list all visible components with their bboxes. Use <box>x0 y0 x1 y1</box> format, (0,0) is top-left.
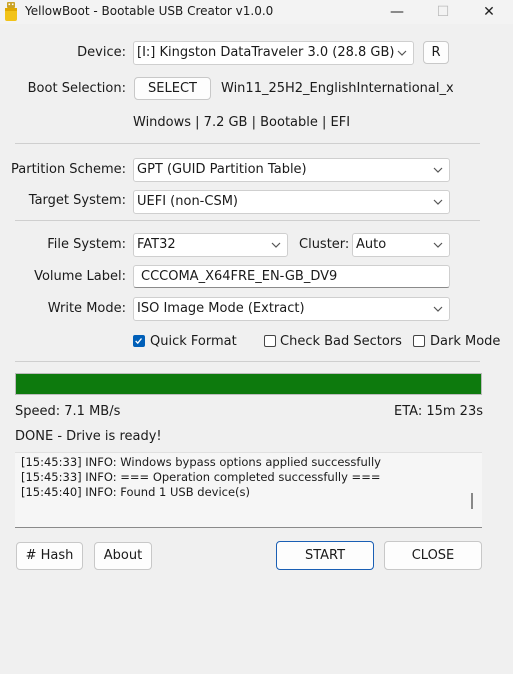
progress-fill <box>16 374 481 394</box>
progress-bar <box>15 373 482 395</box>
select-image-button[interactable]: SELECT <box>134 77 211 100</box>
dark-mode-label[interactable]: Dark Mode <box>430 334 500 349</box>
close-window-button[interactable]: ✕ <box>466 0 512 24</box>
check-bad-sectors-checkbox[interactable] <box>264 335 276 347</box>
cluster-label: Cluster: <box>299 237 350 252</box>
target-system-label: Target System: <box>28 193 126 208</box>
hash-button[interactable]: # Hash <box>16 542 83 570</box>
image-info: Windows | 7.2 GB | Bootable | EFI <box>133 115 351 130</box>
quick-format-label[interactable]: Quick Format <box>150 334 237 349</box>
target-system-value: UEFI (non-CSM) <box>137 194 238 209</box>
dark-mode-checkbox[interactable] <box>413 335 425 347</box>
status-text: DONE - Drive is ready! <box>15 429 162 444</box>
file-system-label: File System: <box>47 237 126 252</box>
close-button[interactable]: CLOSE <box>384 541 482 570</box>
eta-text: ETA: 15m 23s <box>394 404 483 419</box>
chevron-down-icon <box>271 242 281 248</box>
chevron-down-icon <box>433 306 443 312</box>
boot-selection-label: Boot Selection: <box>27 81 126 96</box>
partition-scheme-value: GPT (GUID Partition Table) <box>137 162 307 177</box>
device-dropdown[interactable]: [I:] Kingston DataTraveler 3.0 (28.8 GB) <box>133 41 414 65</box>
write-mode-dropdown[interactable]: ISO Image Mode (Extract) <box>133 297 450 321</box>
write-mode-value: ISO Image Mode (Extract) <box>137 301 305 316</box>
log-scrollbar[interactable] <box>471 493 473 509</box>
check-bad-sectors-label[interactable]: Check Bad Sectors <box>280 334 402 349</box>
usb-stick-icon <box>5 2 17 21</box>
log-line: [15:45:33] INFO: === Operation completed… <box>21 470 381 484</box>
log-output[interactable]: [15:45:33] INFO: Windows bypass options … <box>15 452 482 528</box>
log-line: [15:45:40] INFO: Found 1 USB device(s) <box>21 485 251 499</box>
refresh-devices-button[interactable]: R <box>423 41 449 64</box>
target-system-dropdown[interactable]: UEFI (non-CSM) <box>133 190 450 214</box>
write-mode-label: Write Mode: <box>47 301 126 316</box>
volume-label-input[interactable]: CCCOMA_X64FRE_EN-GB_DV9 <box>133 265 450 288</box>
divider <box>15 220 480 221</box>
chevron-down-icon <box>433 199 443 205</box>
checkmark-icon <box>135 338 143 345</box>
title-bar: YellowBoot - Bootable USB Creator v1.0.0… <box>0 0 513 24</box>
divider <box>15 361 480 362</box>
about-button[interactable]: About <box>94 542 152 570</box>
divider <box>15 143 480 144</box>
chevron-down-icon <box>433 242 443 248</box>
minimize-button[interactable]: — <box>374 0 420 24</box>
speed-text: Speed: 7.1 MB/s <box>15 404 121 419</box>
maximize-button[interactable]: ☐ <box>420 0 466 24</box>
cluster-dropdown[interactable]: Auto <box>352 233 450 257</box>
quick-format-checkbox[interactable] <box>133 335 145 347</box>
boot-file-name: Win11_25H2_EnglishInternational_x64 <box>221 81 453 96</box>
log-line: [15:45:33] INFO: Windows bypass options … <box>21 455 381 469</box>
volume-label-label: Volume Label: <box>34 269 126 284</box>
start-button[interactable]: START <box>276 541 374 570</box>
chevron-down-icon <box>433 167 443 173</box>
partition-scheme-dropdown[interactable]: GPT (GUID Partition Table) <box>133 158 450 182</box>
device-label: Device: <box>77 45 126 60</box>
file-system-value: FAT32 <box>137 237 176 252</box>
partition-scheme-label: Partition Scheme: <box>11 162 126 177</box>
window-title: YellowBoot - Bootable USB Creator v1.0.0 <box>25 4 274 18</box>
chevron-down-icon <box>397 50 407 56</box>
file-system-dropdown[interactable]: FAT32 <box>133 233 288 257</box>
cluster-value: Auto <box>356 237 387 252</box>
device-value: [I:] Kingston DataTraveler 3.0 (28.8 GB) <box>137 45 395 60</box>
